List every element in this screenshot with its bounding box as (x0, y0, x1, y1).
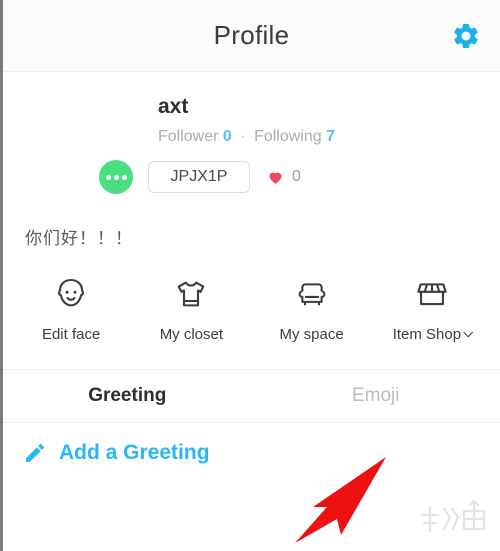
page-title: Profile (213, 20, 290, 50)
menu-item-item-shop[interactable]: Item Shop (372, 271, 492, 343)
menu-label: My space (280, 326, 344, 343)
menu-label-text: Item Shop (392, 326, 462, 344)
armchair-icon (298, 283, 326, 306)
menu-icon-wrap (50, 271, 92, 317)
menu-item-edit-face[interactable]: Edit face (11, 271, 131, 343)
menu-label: Item Shop (392, 326, 474, 344)
like-group[interactable]: 0 (266, 168, 301, 186)
tab-emoji[interactable]: Emoji (252, 370, 500, 422)
storefront-icon (417, 283, 447, 306)
menu-icon-wrap (411, 271, 453, 317)
id-row: JPJX1P 0 (3, 160, 500, 195)
chat-dots-icon (105, 174, 111, 180)
menu-label-text: Edit face (41, 326, 101, 344)
menu-icon-wrap (291, 271, 333, 317)
menu-label-text: My closet (159, 326, 224, 344)
face-icon (58, 279, 85, 307)
content-tabs: Greeting Emoji (3, 369, 500, 424)
profile-screen: Profile axt Follower 0 · Following 7 JPJ… (0, 0, 500, 551)
chat-dots-icon (121, 174, 127, 180)
profile-nickname: axt (158, 95, 189, 118)
settings-button[interactable] (450, 20, 482, 52)
menu-icon-wrap (170, 271, 212, 317)
add-greeting-label: Add a Greeting (59, 441, 210, 465)
like-count: 0 (292, 168, 301, 186)
tshirt-icon (178, 281, 205, 307)
following-count[interactable]: 7 (326, 128, 335, 145)
following-label: Following (254, 128, 322, 146)
profile-section: axt Follower 0 · Following 7 JPJX1P 0 你们… (3, 72, 500, 249)
menu-label: Edit face (42, 326, 100, 343)
quick-menu-row: Edit face My closet My space Item Shop (3, 271, 500, 343)
pencil-icon (26, 444, 44, 463)
add-greeting-button[interactable]: Add a Greeting (3, 423, 500, 483)
app-header: Profile (3, 0, 500, 72)
follower-label: Follower (158, 128, 219, 146)
gear-icon (454, 23, 478, 48)
menu-label: My closet (160, 326, 223, 343)
chevron-down-icon (463, 327, 474, 338)
menu-item-my-closet[interactable]: My closet (131, 271, 251, 343)
chat-dots-icon (113, 174, 119, 180)
heart-icon (269, 172, 282, 184)
site-watermark-logo (420, 499, 486, 533)
counts-separator: · (240, 128, 246, 146)
menu-label-text: My space (279, 326, 344, 344)
menu-item-my-space[interactable]: My space (252, 271, 372, 343)
status-message: 你们好！！！ (25, 229, 133, 249)
chat-dots-button[interactable] (99, 160, 133, 195)
follow-counts: Follower 0 · Following 7 (158, 128, 500, 146)
tab-greeting[interactable]: Greeting (3, 370, 252, 422)
user-id-badge[interactable]: JPJX1P (148, 161, 250, 194)
follower-count[interactable]: 0 (223, 128, 232, 145)
